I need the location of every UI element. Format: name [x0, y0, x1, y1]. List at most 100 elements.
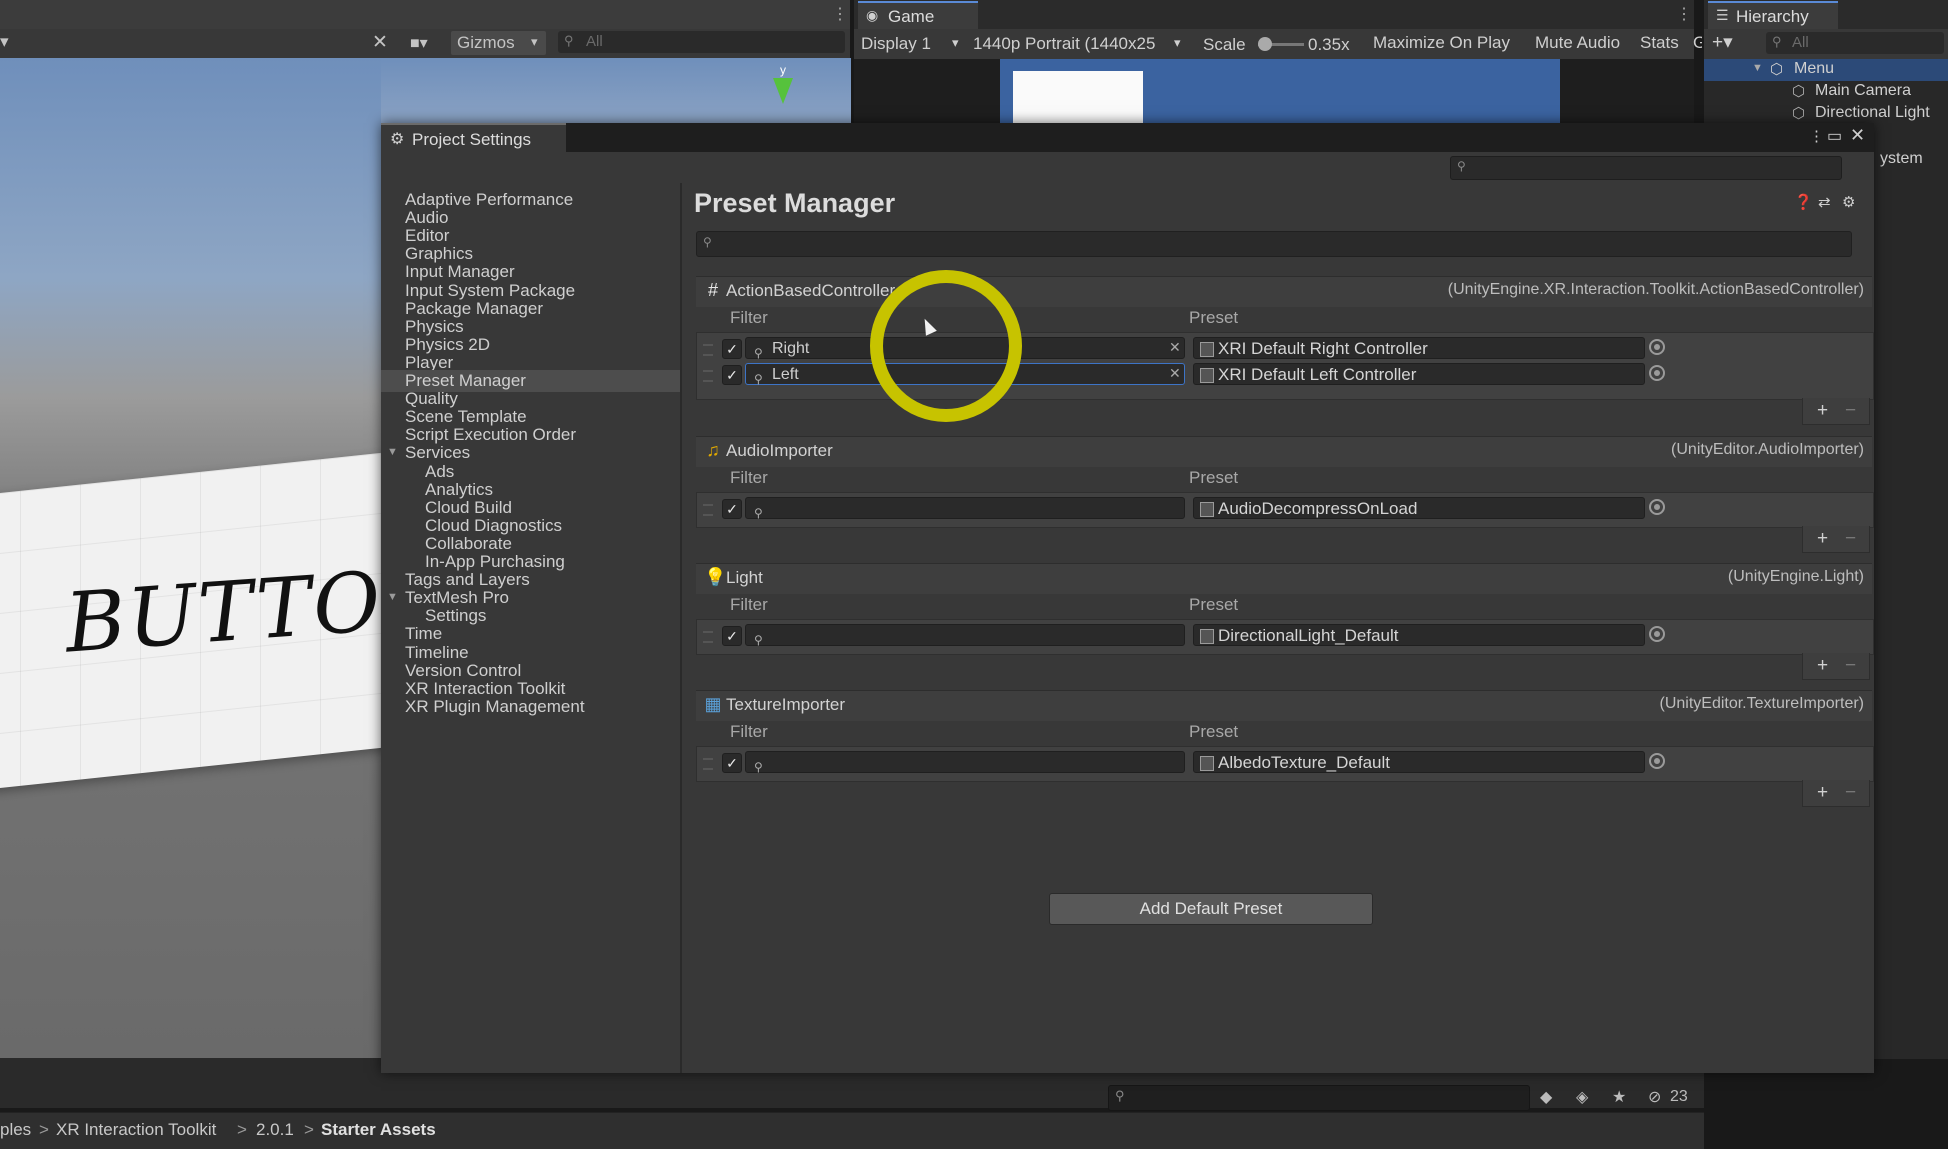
hierarchy-add-button[interactable]: +▾: [1712, 31, 1733, 54]
remove-row-button[interactable]: −: [1845, 655, 1856, 677]
add-row-button[interactable]: +: [1817, 655, 1828, 677]
sidebar-item-adaptive-performance[interactable]: Adaptive Performance: [405, 190, 573, 210]
sidebar-item-package-manager[interactable]: Package Manager: [405, 299, 543, 319]
filter-input[interactable]: ⚲ Right: [745, 337, 1185, 360]
game-menu-icon[interactable]: ⋮: [1676, 4, 1692, 24]
drag-handle-icon[interactable]: [703, 504, 713, 516]
breadcrumb-item[interactable]: 2.0.1: [256, 1120, 294, 1140]
preset-object-field[interactable]: XRI Default Left Controller: [1193, 363, 1645, 385]
sidebar-item-timeline[interactable]: Timeline: [405, 643, 469, 663]
window-menu-icon[interactable]: ⋮: [1809, 127, 1824, 145]
sidebar-item-settings[interactable]: Settings: [425, 606, 486, 626]
mute-audio-toggle[interactable]: Mute Audio: [1535, 33, 1620, 53]
add-row-button[interactable]: +: [1817, 400, 1828, 422]
sidebar-item-collaborate[interactable]: Collaborate: [425, 534, 512, 554]
sidebar-item-version-control[interactable]: Version Control: [405, 661, 521, 681]
remove-row-button[interactable]: −: [1845, 400, 1856, 422]
sidebar-item-services[interactable]: Services: [405, 443, 470, 463]
drag-handle-icon[interactable]: [703, 758, 713, 770]
foldout-chevron-icon[interactable]: ▼: [387, 591, 398, 603]
sidebar-item-physics[interactable]: Physics: [405, 317, 464, 337]
object-picker-icon[interactable]: [1649, 365, 1665, 381]
enabled-checkbox[interactable]: ✓: [722, 339, 742, 359]
object-picker-icon[interactable]: [1649, 753, 1665, 769]
enabled-checkbox[interactable]: ✓: [722, 499, 742, 519]
sidebar-item-cloud-build[interactable]: Cloud Build: [425, 498, 512, 518]
scene-menu-icon[interactable]: ⋮: [832, 4, 848, 24]
filter-by-type-icon[interactable]: ◆: [1540, 1087, 1552, 1107]
help-icon[interactable]: ❓: [1794, 193, 1813, 211]
sidebar-item-time[interactable]: Time: [405, 624, 442, 644]
stats-toggle[interactable]: Stats: [1640, 33, 1679, 53]
settings-gear-icon[interactable]: ⚙: [1842, 193, 1855, 211]
maximize-icon[interactable]: ▭: [1827, 126, 1842, 146]
camera-dropdown-icon[interactable]: ■▾: [410, 33, 428, 53]
add-default-preset-button[interactable]: Add Default Preset: [1049, 893, 1373, 925]
breadcrumb-item[interactable]: ples: [0, 1120, 31, 1140]
resolution-dropdown[interactable]: 1440p Portrait (1440x25 ▾: [970, 32, 1190, 56]
sidebar-item-xr-interaction-toolkit[interactable]: XR Interaction Toolkit: [405, 679, 565, 699]
sidebar-item-input-manager[interactable]: Input Manager: [405, 262, 515, 282]
project-search-input[interactable]: ⚲: [1108, 1085, 1530, 1111]
preset-icon[interactable]: ⇄: [1818, 193, 1831, 211]
preset-object-field[interactable]: AudioDecompressOnLoad: [1193, 497, 1645, 519]
favorite-star-icon[interactable]: ★: [1612, 1087, 1626, 1107]
hierarchy-item-directional-light[interactable]: Directional Light: [1815, 104, 1930, 122]
filter-input[interactable]: ⚲: [745, 624, 1185, 647]
sidebar-item-textmesh-pro[interactable]: TextMesh Pro: [405, 588, 509, 608]
filter-by-label-icon[interactable]: ◈: [1576, 1087, 1588, 1107]
drag-handle-icon[interactable]: [703, 344, 713, 356]
sidebar-item-audio[interactable]: Audio: [405, 208, 448, 228]
tool-dropdown-icon[interactable]: ▾: [0, 32, 9, 52]
sidebar-item-input-system-package[interactable]: Input System Package: [405, 281, 575, 301]
breadcrumb-item[interactable]: XR Interaction Toolkit: [56, 1120, 216, 1140]
sidebar-item-analytics[interactable]: Analytics: [425, 480, 493, 500]
hidden-eye-icon[interactable]: ⊘: [1648, 1087, 1661, 1107]
tools-icon[interactable]: ✕: [372, 31, 388, 54]
scale-slider-handle[interactable]: [1258, 37, 1272, 51]
sidebar-item-graphics[interactable]: Graphics: [405, 244, 473, 264]
preset-search-input[interactable]: ⚲: [696, 231, 1852, 257]
object-picker-icon[interactable]: [1649, 499, 1665, 515]
preset-object-field[interactable]: DirectionalLight_Default: [1193, 624, 1645, 646]
sidebar-item-cloud-diagnostics[interactable]: Cloud Diagnostics: [425, 516, 562, 536]
drag-handle-icon[interactable]: [703, 370, 713, 382]
enabled-checkbox[interactable]: ✓: [722, 365, 742, 385]
object-picker-icon[interactable]: [1649, 626, 1665, 642]
display-dropdown[interactable]: Display 1 ▾: [858, 32, 966, 56]
hierarchy-search-input[interactable]: ⚲ All: [1766, 32, 1944, 54]
gizmos-toggle-clipped[interactable]: G: [1693, 33, 1702, 55]
preset-object-field[interactable]: XRI Default Right Controller: [1193, 337, 1645, 359]
enabled-checkbox[interactable]: ✓: [722, 753, 742, 773]
breadcrumb-item-current[interactable]: Starter Assets: [321, 1120, 436, 1140]
chevron-down-icon[interactable]: ▼: [1752, 62, 1763, 74]
sidebar-item-ads[interactable]: Ads: [425, 462, 454, 482]
drag-handle-icon[interactable]: [703, 631, 713, 643]
sidebar-item-editor[interactable]: Editor: [405, 226, 449, 246]
filter-input[interactable]: ⚲ Left: [745, 363, 1185, 386]
sidebar-item-scene-template[interactable]: Scene Template: [405, 407, 527, 427]
clear-filter-icon[interactable]: ✕: [1169, 365, 1181, 382]
sidebar-item-tags-and-layers[interactable]: Tags and Layers: [405, 570, 530, 590]
sidebar-item-quality[interactable]: Quality: [405, 389, 458, 409]
scene-view[interactable]: BUTTON: [0, 58, 381, 1058]
sidebar-item-script-execution-order[interactable]: Script Execution Order: [405, 425, 576, 445]
foldout-chevron-icon[interactable]: ▼: [387, 446, 398, 458]
close-icon[interactable]: ✕: [1850, 125, 1865, 146]
remove-row-button[interactable]: −: [1845, 528, 1856, 550]
gizmos-button[interactable]: Gizmos ▾: [451, 31, 546, 55]
hierarchy-item-event-system[interactable]: ystem: [1880, 150, 1923, 168]
tab-project-settings[interactable]: ⚙ Project Settings: [381, 123, 566, 154]
sidebar-item-xr-plugin-management[interactable]: XR Plugin Management: [405, 697, 585, 717]
filter-input[interactable]: ⚲: [745, 497, 1185, 520]
tab-game[interactable]: ◉ Game: [858, 1, 978, 31]
add-row-button[interactable]: +: [1817, 528, 1828, 550]
scene-gizmo-axis-icon[interactable]: [773, 78, 793, 104]
scene-view-upper[interactable]: y: [381, 58, 851, 123]
object-picker-icon[interactable]: [1649, 339, 1665, 355]
add-row-button[interactable]: +: [1817, 782, 1828, 804]
project-settings-search-input[interactable]: ⚲: [1450, 156, 1842, 180]
sidebar-item-preset-manager[interactable]: Preset Manager: [405, 371, 526, 391]
hierarchy-item-main-camera[interactable]: Main Camera: [1815, 82, 1911, 100]
sidebar-item-physics-2d[interactable]: Physics 2D: [405, 335, 490, 355]
